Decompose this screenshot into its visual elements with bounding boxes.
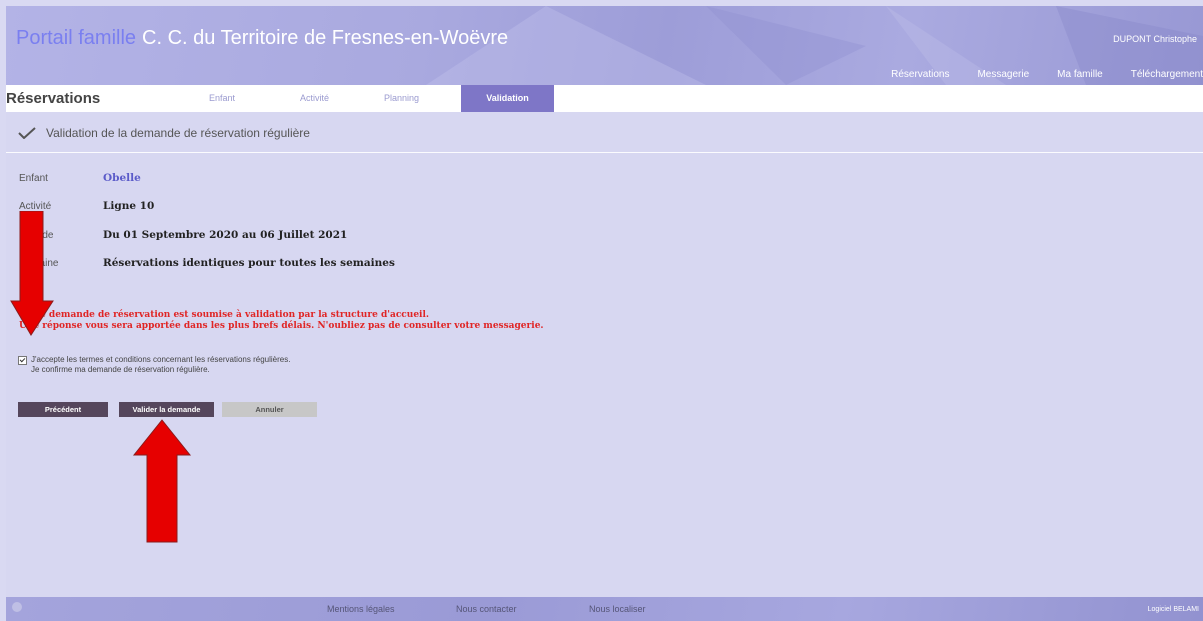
top-navigation: Réservations Messagerie Ma famille Téléc…	[863, 69, 1203, 80]
site-footer: Mentions légales Nous contacter Nous loc…	[6, 597, 1203, 621]
section-header: Validation de la demande de réservation …	[18, 126, 310, 140]
nav-telechargement[interactable]: Téléchargement	[1131, 69, 1203, 80]
site-brand[interactable]: Portail famille C. C. du Territoire de Fr…	[16, 27, 508, 50]
nav-messagerie[interactable]: Messagerie	[977, 69, 1029, 80]
footer-logo-icon	[12, 602, 22, 612]
footer-link-mentions[interactable]: Mentions légales	[327, 604, 395, 614]
footer-credit[interactable]: Logiciel BELAMI	[1148, 606, 1199, 613]
terms-line-2: Je confirme ma demande de réservation ré…	[31, 365, 210, 374]
tab-planning[interactable]: Planning	[384, 85, 419, 112]
terms-checkbox[interactable]	[18, 356, 27, 365]
user-name[interactable]: DUPONT Christophe	[1113, 34, 1197, 44]
cancel-button[interactable]: Annuler	[222, 402, 317, 417]
tab-enfant[interactable]: Enfant	[209, 85, 235, 112]
section-title: Validation de la demande de réservation …	[46, 126, 310, 140]
field-value-enfant[interactable]: Obelle	[103, 172, 141, 184]
field-value-periode: Du 01 Septembre 2020 au 06 Juillet 2021	[103, 229, 348, 241]
browser-viewport: Portail famille C. C. du Territoire de Fr…	[6, 6, 1203, 621]
field-value-activite: Ligne 10	[103, 200, 155, 212]
site-header: Portail famille C. C. du Territoire de Fr…	[6, 6, 1203, 85]
tab-validation[interactable]: Validation	[461, 85, 554, 112]
warning-line-2: Une réponse vous sera apportée dans les …	[19, 321, 544, 331]
tab-activite[interactable]: Activité	[300, 85, 329, 112]
section-divider	[6, 152, 1203, 153]
terms-checkbox-row: J'accepte les termes et conditions conce…	[18, 355, 290, 375]
warning-line-1: Votre demande de réservation est soumise…	[19, 310, 430, 320]
annotation-arrow-up	[132, 419, 192, 543]
field-value-semaine: Réservations identiques pour toutes les …	[103, 257, 395, 269]
terms-line-1: J'accepte les termes et conditions conce…	[31, 355, 291, 364]
annotation-arrow-down	[10, 211, 54, 336]
previous-button[interactable]: Précédent	[18, 402, 108, 417]
validate-request-button[interactable]: Valider la demande	[119, 402, 214, 417]
footer-link-contact[interactable]: Nous contacter	[456, 604, 517, 614]
nav-reservations[interactable]: Réservations	[891, 69, 949, 80]
brand-community-label: C. C. du Territoire de Fresnes-en-Woëvre	[142, 27, 509, 49]
footer-link-localiser[interactable]: Nous localiser	[589, 604, 646, 614]
nav-ma-famille[interactable]: Ma famille	[1057, 69, 1103, 80]
wizard-tab-bar: Réservations Enfant Activité Planning Va…	[6, 85, 1203, 112]
terms-text: J'accepte les termes et conditions conce…	[31, 355, 290, 375]
page-title: Réservations	[6, 90, 101, 107]
field-label-enfant: Enfant	[19, 173, 48, 184]
brand-portal-label: Portail famille	[16, 27, 137, 49]
checkmark-icon	[18, 127, 36, 139]
